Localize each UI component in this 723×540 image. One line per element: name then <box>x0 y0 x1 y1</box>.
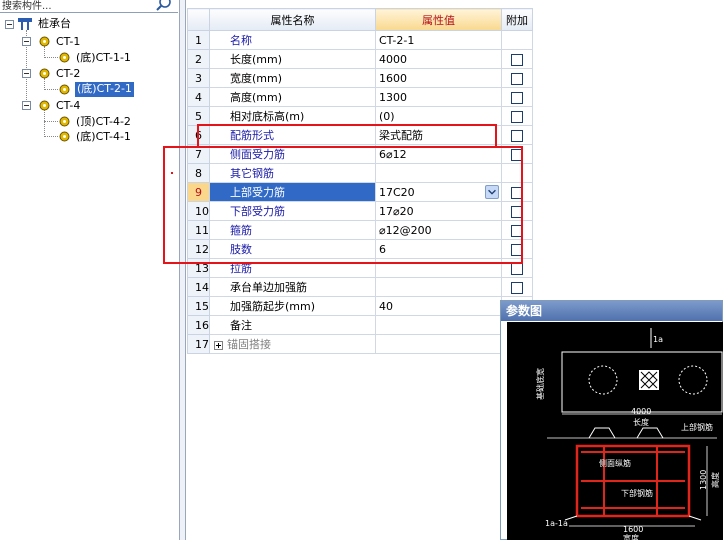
label-4000: 4000 <box>631 407 651 416</box>
gear-icon <box>39 68 50 79</box>
column-header-extra[interactable]: 附加 <box>501 8 533 31</box>
label-side-bar: 侧面纵筋 <box>599 458 631 468</box>
label-section: 1a-1a <box>545 519 568 528</box>
tree-expander-ct4[interactable] <box>22 101 31 110</box>
label-top-dim: 1a <box>653 335 663 344</box>
app-window: 搜索构件... 桩承台 CT-1 (底)CT-1-1 CT-2 (底)CT-2-… <box>0 0 723 540</box>
search-bar[interactable]: 搜索构件... <box>0 0 178 13</box>
table-row[interactable]: 15 加强筋起步(mm) 40 <box>187 296 533 316</box>
tree-item-ct4-1[interactable]: (底)CT-4-1 <box>76 130 131 144</box>
table-row[interactable]: 2 长度(mm) 4000 <box>187 49 533 69</box>
param-drawing: 1a 基础底宽 4000 长度 上部钢筋 侧面纵筋 下部钢筋 1300 高度 1… <box>507 322 723 540</box>
row-number: 16 <box>187 315 210 335</box>
property-group-anchorage[interactable]: 锚固搭接 <box>209 334 376 354</box>
property-value[interactable] <box>375 334 502 354</box>
row-number: 14 <box>187 277 210 297</box>
property-name[interactable]: 长度(mm) <box>209 49 376 69</box>
highlight-box-rebar-form <box>197 124 497 148</box>
label-1600: 1600 <box>623 525 643 534</box>
tree-expander-ct2[interactable] <box>22 69 31 78</box>
table-row[interactable]: 5 相对底标高(m) (0) <box>187 106 533 126</box>
extra-cell <box>501 30 533 50</box>
row-number: 17 <box>187 334 210 354</box>
property-name[interactable]: 宽度(mm) <box>209 68 376 88</box>
panel-splitter[interactable] <box>180 0 186 540</box>
expand-icon[interactable] <box>214 340 223 350</box>
param-figure-panel: 参数图 1a 基础底宽 4000 长度 上部钢筋 侧面纵筋 下部钢筋 1300 … <box>500 300 723 540</box>
property-value[interactable]: CT-2-1 <box>375 30 502 50</box>
search-input[interactable]: 搜索构件... <box>2 0 152 12</box>
label-bottom-bar: 下部钢筋 <box>621 488 653 498</box>
property-value[interactable]: (0) <box>375 106 502 126</box>
extra-checkbox[interactable] <box>511 262 523 275</box>
red-mark <box>171 172 173 174</box>
extra-checkbox[interactable] <box>511 72 523 85</box>
tree-group-ct1[interactable]: CT-1 <box>56 35 80 49</box>
param-figure-title: 参数图 <box>501 301 722 321</box>
label-1300: 1300 <box>699 470 708 490</box>
property-name: 锚固搭接 <box>227 338 271 351</box>
tree-item-ct1-1[interactable]: (底)CT-1-1 <box>76 51 131 65</box>
table-row[interactable]: 17 锚固搭接 <box>187 334 533 354</box>
column-header-name[interactable]: 属性名称 <box>209 8 376 31</box>
tree-group-ct2[interactable]: CT-2 <box>56 67 80 81</box>
tree-expander-root[interactable] <box>5 20 14 29</box>
gear-icon <box>59 116 70 127</box>
row-number: 2 <box>187 49 210 69</box>
table-row[interactable]: 16 备注 <box>187 315 533 335</box>
property-name[interactable]: 承台单边加强筋 <box>209 277 376 297</box>
gear-icon <box>59 52 70 63</box>
extra-checkbox[interactable] <box>511 91 523 104</box>
property-name[interactable]: 备注 <box>209 315 376 335</box>
table-row[interactable]: 4 高度(mm) 1300 <box>187 87 533 107</box>
row-number: 15 <box>187 296 210 316</box>
gear-icon <box>39 100 50 111</box>
label-length: 长度 <box>633 417 649 427</box>
property-value[interactable] <box>375 315 502 335</box>
row-number: 3 <box>187 68 210 88</box>
property-name[interactable]: 相对底标高(m) <box>209 106 376 126</box>
extra-checkbox[interactable] <box>511 281 523 294</box>
label-base-width: 基础底宽 <box>535 368 545 400</box>
extra-checkbox[interactable] <box>511 129 523 142</box>
property-value[interactable]: 1600 <box>375 68 502 88</box>
property-name[interactable]: 加强筋起步(mm) <box>209 296 376 316</box>
pile-cap-icon <box>18 18 32 30</box>
row-number-header <box>187 8 210 31</box>
property-value[interactable] <box>375 277 502 297</box>
tree-root-label[interactable]: 桩承台 <box>38 17 71 31</box>
label-height: 高度 <box>710 472 720 488</box>
pile-cap-drawing: 1a 基础底宽 4000 长度 上部钢筋 侧面纵筋 下部钢筋 1300 高度 1… <box>535 328 723 540</box>
search-icon[interactable] <box>156 0 176 12</box>
column-header-value[interactable]: 属性值 <box>375 8 502 31</box>
property-value[interactable]: 40 <box>375 296 502 316</box>
gear-icon <box>39 36 50 47</box>
gear-icon <box>59 84 70 95</box>
row-number: 1 <box>187 30 210 50</box>
tree-group-ct4[interactable]: CT-4 <box>56 99 80 113</box>
label-width: 宽度 <box>623 533 639 540</box>
label-top-bar: 上部钢筋 <box>681 422 713 432</box>
tree-expander-ct1[interactable] <box>22 37 31 46</box>
extra-checkbox[interactable] <box>511 53 523 66</box>
property-value[interactable]: 4000 <box>375 49 502 69</box>
table-row[interactable]: 1 名称 CT-2-1 <box>187 30 533 50</box>
property-name[interactable]: 高度(mm) <box>209 87 376 107</box>
table-row[interactable]: 3 宽度(mm) 1600 <box>187 68 533 88</box>
row-number: 5 <box>187 106 210 126</box>
gear-icon <box>59 131 70 142</box>
property-name[interactable]: 名称 <box>209 30 376 50</box>
highlight-box-rebar-group <box>163 146 523 264</box>
component-tree-panel: 搜索构件... 桩承台 CT-1 (底)CT-1-1 CT-2 (底)CT-2-… <box>0 0 180 540</box>
tree-item-ct2-1-selected[interactable]: (底)CT-2-1 <box>75 82 134 97</box>
row-number: 4 <box>187 87 210 107</box>
property-value[interactable]: 1300 <box>375 87 502 107</box>
table-row[interactable]: 14 承台单边加强筋 <box>187 277 533 297</box>
tree-item-ct4-2[interactable]: (顶)CT-4-2 <box>76 115 131 129</box>
extra-checkbox[interactable] <box>511 110 523 123</box>
